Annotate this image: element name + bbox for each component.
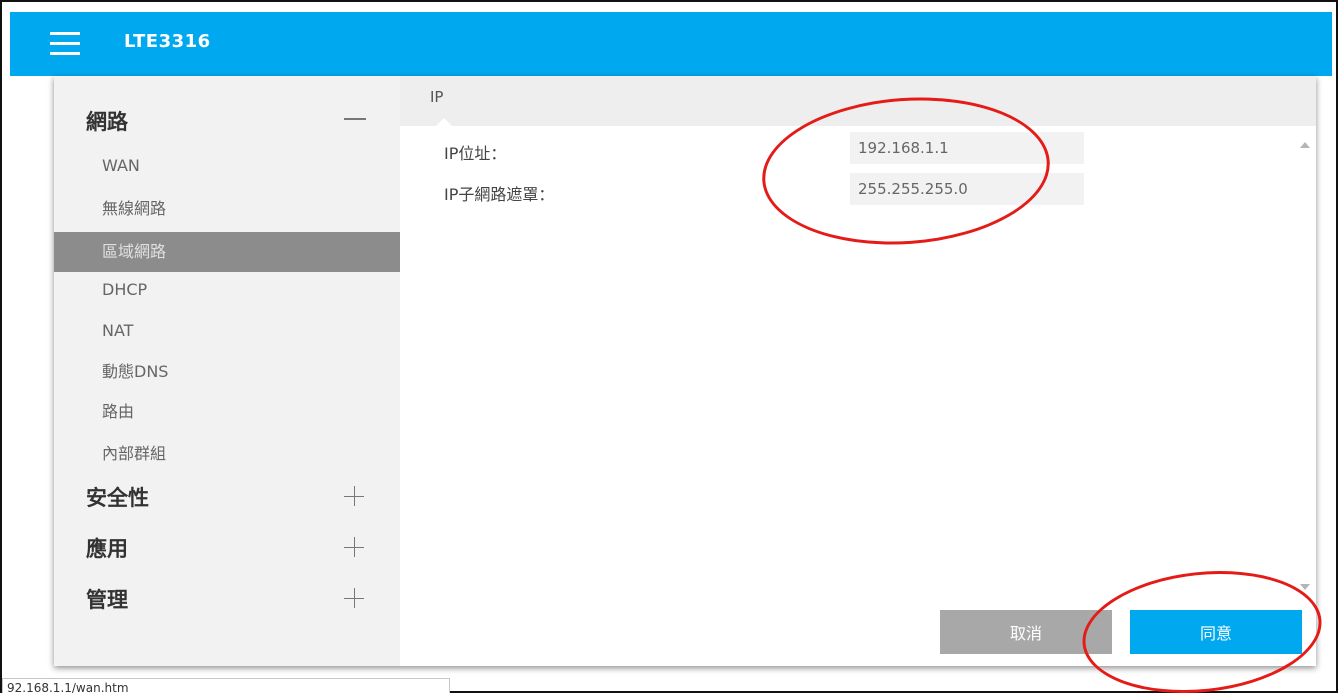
top-bar: LTE3316	[10, 12, 1332, 76]
subnet-mask-label: IP子網路遮罩：	[444, 185, 555, 204]
sidebar-item-ddns[interactable]: 動態DNS	[54, 352, 400, 392]
cancel-button[interactable]: 取消	[940, 610, 1112, 654]
sidebar-category-management[interactable]: 管理	[86, 584, 128, 614]
expand-plus-icon[interactable]	[344, 537, 366, 559]
ip-address-input[interactable]	[850, 132, 1084, 164]
content-header: IP	[400, 76, 1316, 126]
ip-address-label: IP位址：	[444, 144, 507, 163]
sidebar-category-applications[interactable]: 應用	[86, 533, 128, 563]
collapse-minus-icon[interactable]	[344, 108, 366, 130]
sidebar: 網路 WAN 無線網路 區域網路 DHCP NAT 動態DNS 路由 內部群組 …	[54, 76, 400, 666]
sidebar-item-nat[interactable]: NAT	[54, 311, 400, 351]
sidebar-category-network[interactable]: 網路	[86, 106, 128, 136]
scroll-down-icon[interactable]	[1300, 584, 1310, 590]
tab-ip[interactable]: IP	[430, 88, 443, 106]
sidebar-item-dhcp[interactable]: DHCP	[54, 270, 400, 310]
sidebar-item-wireless[interactable]: 無線網路	[54, 189, 400, 229]
app-title: LTE3316	[124, 31, 211, 52]
sidebar-item-internal-group[interactable]: 內部群組	[54, 434, 400, 474]
subnet-mask-input[interactable]	[850, 173, 1084, 205]
browser-frame: LTE3316 網路 WAN 無線網路 區域網路 DHCP NAT 動態DNS …	[0, 0, 1338, 693]
scroll-up-icon[interactable]	[1300, 142, 1310, 148]
sidebar-category-security[interactable]: 安全性	[86, 482, 149, 512]
sidebar-item-lan[interactable]: 區域網路	[54, 232, 400, 272]
sidebar-item-routing[interactable]: 路由	[54, 392, 400, 432]
expand-plus-icon[interactable]	[344, 588, 366, 610]
expand-plus-icon[interactable]	[344, 486, 366, 508]
scrollbar[interactable]	[1296, 128, 1316, 604]
sidebar-item-wan[interactable]: WAN	[54, 146, 400, 186]
agree-button[interactable]: 同意	[1130, 610, 1302, 654]
tab-pointer-icon	[436, 118, 452, 126]
hamburger-menu-icon[interactable]	[50, 30, 80, 56]
status-bar-url: 92.168.1.1/wan.htm	[2, 678, 450, 693]
settings-panel: 網路 WAN 無線網路 區域網路 DHCP NAT 動態DNS 路由 內部群組 …	[54, 76, 1316, 666]
content-area: IP IP位址： IP子網路遮罩： 取消 同意	[400, 76, 1316, 666]
